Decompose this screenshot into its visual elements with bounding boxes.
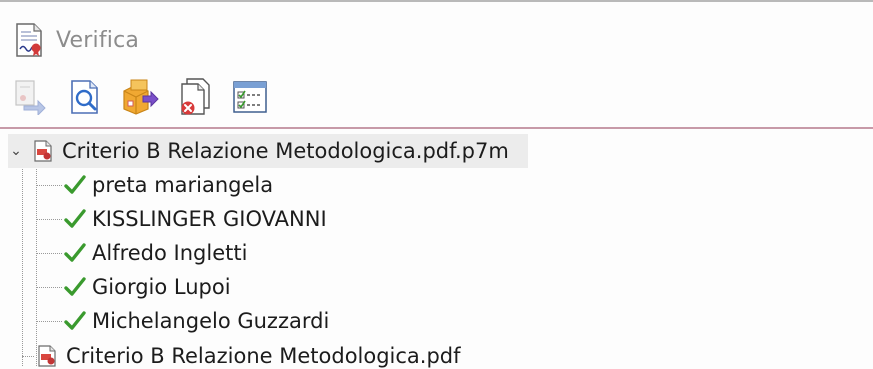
child-file-name: Criterio B Relazione Metodologica.pdf (66, 344, 461, 368)
top-border (0, 0, 873, 2)
chevron-down-icon[interactable]: ⌄ (8, 143, 24, 159)
signer-item[interactable]: Michelangelo Guzzardi (64, 304, 329, 338)
toolbar-separator (0, 127, 873, 129)
tree-child-document-item[interactable]: Criterio B Relazione Metodologica.pdf (36, 339, 461, 369)
check-icon (64, 209, 86, 228)
window-title: Verifica (56, 27, 140, 53)
tree-root-item[interactable]: ⌄ Criterio B Relazione Metodologica.pdf.… (8, 134, 528, 168)
check-icon (64, 243, 86, 262)
signer-item[interactable]: Alfredo Ingletti (64, 236, 247, 270)
toolbar (10, 74, 285, 120)
signer-name: preta mariangela (92, 173, 274, 197)
extract-button[interactable] (120, 77, 160, 117)
verify-window: Verifica ⌄ Criterio B Relazione Metodolo… (0, 0, 873, 369)
tree-connector (36, 160, 37, 366)
tree-connector (36, 219, 62, 220)
signed-document-icon (16, 23, 42, 57)
pdf-icon (38, 345, 56, 367)
view-document-button[interactable] (65, 77, 105, 117)
root-file-name: Criterio B Relazione Metodologica.pdf.p7… (62, 139, 509, 163)
package-extract-icon (123, 79, 159, 115)
tree-connector (36, 185, 62, 186)
signer-name: Michelangelo Guzzardi (92, 309, 330, 333)
export-button[interactable] (10, 77, 50, 117)
remove-document-button[interactable] (175, 77, 215, 117)
signer-item[interactable]: KISSLINGER GIOVANNI (64, 202, 327, 236)
title-bar: Verifica (14, 20, 139, 60)
signer-name: KISSLINGER GIOVANNI (92, 207, 327, 231)
document-remove-icon (181, 78, 210, 115)
tree-connector (36, 287, 62, 288)
check-icon (64, 277, 86, 296)
signer-name: Giorgio Lupoi (92, 275, 231, 299)
tree-connector (22, 160, 23, 366)
signer-item[interactable]: preta mariangela (64, 168, 273, 202)
check-icon (64, 311, 86, 330)
pdf-signed-icon (34, 140, 52, 162)
export-arrow-icon (15, 80, 46, 115)
check-icon (64, 175, 86, 194)
signer-item[interactable]: Giorgio Lupoi (64, 270, 231, 304)
tree-connector (36, 253, 62, 254)
magnifier-document-icon (71, 80, 98, 114)
signer-name: Alfredo Ingletti (92, 241, 248, 265)
checklist-icon (233, 81, 267, 113)
tree-connector (36, 321, 62, 322)
details-button[interactable] (230, 77, 270, 117)
tree-connector (22, 356, 34, 357)
